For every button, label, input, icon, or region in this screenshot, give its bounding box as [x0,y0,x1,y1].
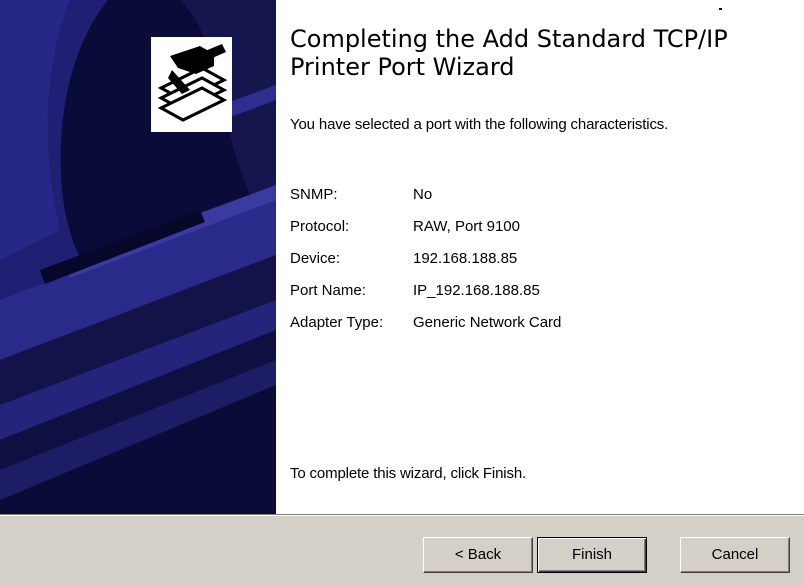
intro-text: You have selected a port with the follow… [290,116,669,133]
detail-value: 192.168.188.85 [413,250,518,267]
detail-label: Protocol: [290,218,350,235]
detail-row-device: Device: 192.168.188.85 [290,250,790,282]
printer-watermark-icon [0,0,276,514]
outro-text: To complete this wizard, click Finish. [290,465,527,482]
finish-button[interactable]: Finish [537,537,647,573]
detail-label: Adapter Type: [290,314,384,331]
detail-row-protocol: Protocol: RAW, Port 9100 [290,218,790,250]
sidebar-banner [0,0,276,514]
detail-label: Port Name: [290,282,366,299]
wizard-dialog: Completing the Add Standard TCP/IP Print… [0,0,804,586]
wizard-content: Completing the Add Standard TCP/IP Print… [276,0,804,514]
back-button[interactable]: < Back [423,537,533,573]
detail-value: IP_192.168.188.85 [413,282,540,299]
detail-row-snmp: SNMP: No [290,186,790,218]
detail-label: Device: [290,250,341,267]
cancel-button[interactable]: Cancel [680,537,790,573]
port-details: SNMP: No Protocol: RAW, Port 9100 Device… [290,186,790,346]
button-bar: < Back Finish Cancel [0,514,804,586]
detail-value: Generic Network Card [413,314,562,331]
detail-value: RAW, Port 9100 [413,218,520,235]
detail-row-port-name: Port Name: IP_192.168.188.85 [290,282,790,314]
detail-value: No [413,186,433,203]
page-title: Completing the Add Standard TCP/IP Print… [290,25,728,81]
detail-label: SNMP: [290,186,338,203]
detail-row-adapter-type: Adapter Type: Generic Network Card [290,314,790,346]
stray-mark [719,8,722,10]
